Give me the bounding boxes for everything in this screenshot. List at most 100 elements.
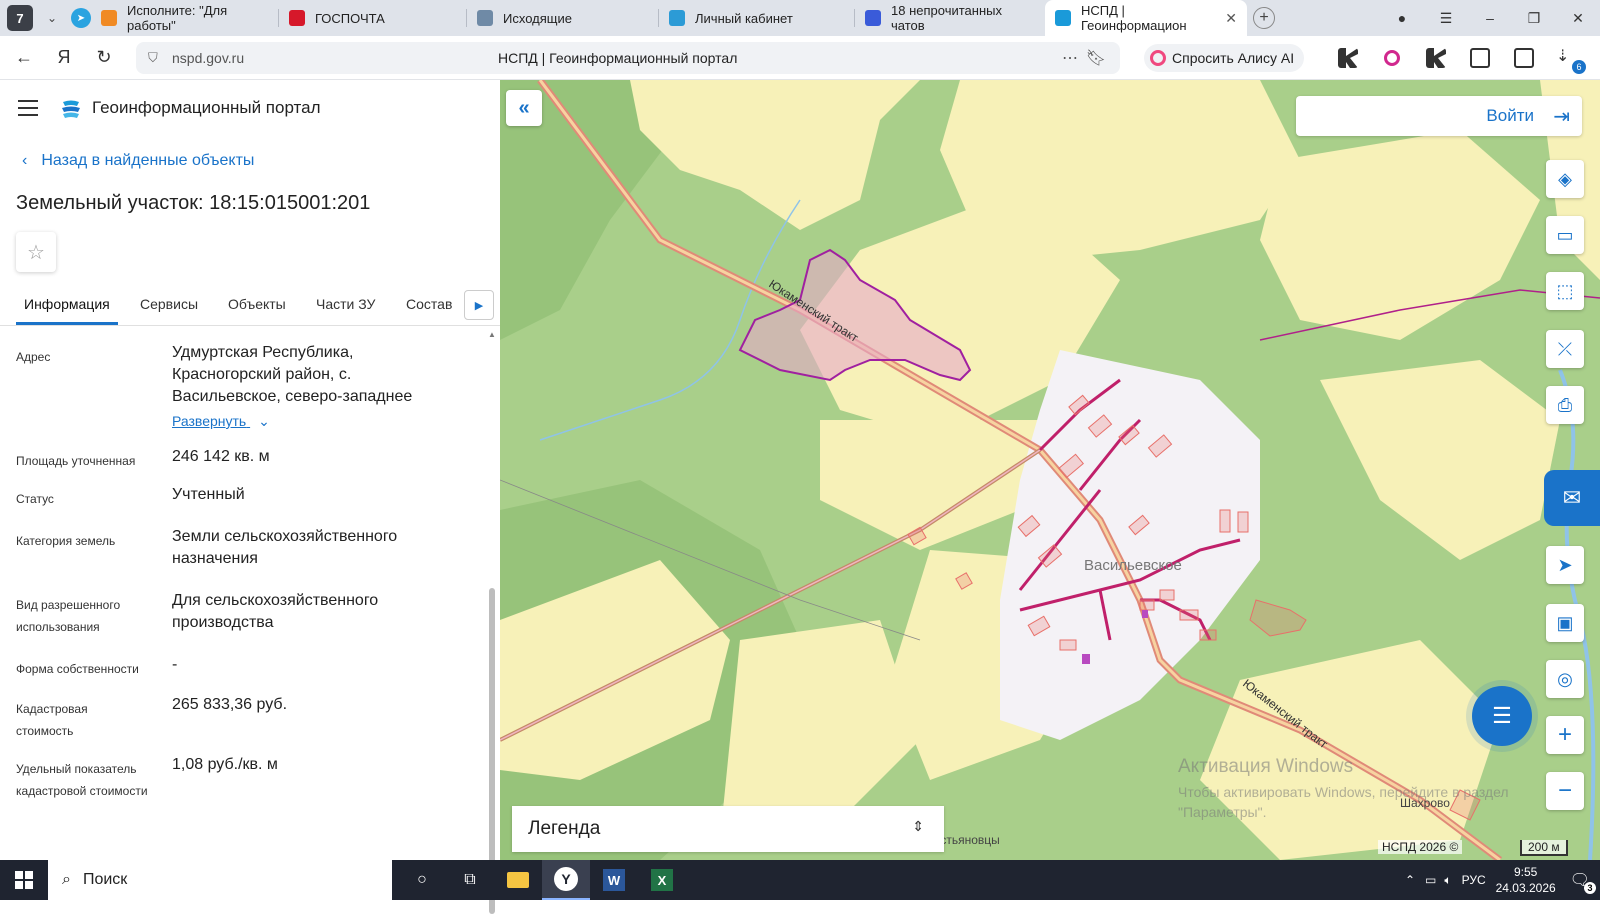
tab-label: Исходящие (503, 10, 572, 26)
field-value: 246 142 кв. м (172, 448, 270, 465)
yandex-browser-taskbar-icon[interactable]: Y (542, 860, 590, 900)
url-field[interactable]: ⛉ nspd.gov.ru НСПД | Геоинформационный п… (136, 42, 1120, 74)
url-host: nspd.gov.ru (172, 50, 245, 66)
measure-button[interactable]: ▭ (1546, 216, 1584, 254)
field-value: - (172, 656, 178, 673)
legend-bar[interactable]: Легенда ⇕ (512, 806, 944, 852)
tray-chevron-icon[interactable]: ⌃ (1405, 873, 1415, 887)
tab-information[interactable]: Информация (24, 296, 110, 312)
field-value: 265 833,36 руб. (172, 696, 288, 713)
downloads-icon[interactable]: ⇣ (1556, 46, 1569, 66)
browser-tab-6-active[interactable]: НСПД | Геоинформацион ✕ (1045, 0, 1247, 36)
feedback-side-button[interactable]: ✉ (1544, 470, 1600, 526)
reload-icon[interactable]: ↻ (84, 47, 124, 68)
browser-tab-3[interactable]: Исходящие (467, 0, 659, 36)
browser-tab-strip: 7 ⌄ ➤ Исполните: "Для работы" ГОСПОЧТА И… (0, 0, 1600, 36)
geolocation-button[interactable]: ◎ (1546, 660, 1584, 698)
extension-icon[interactable] (1384, 50, 1400, 66)
alisa-button[interactable]: Спросить Алису AI (1144, 44, 1305, 72)
chat-bubble-icon: ✉ (1562, 485, 1582, 510)
object-title: Земельный участок: 18:15:015001:201 (16, 192, 371, 214)
network-icon[interactable]: ▭ (1425, 873, 1436, 887)
share-button[interactable]: ⤫ (1546, 330, 1584, 368)
extension-k-icon[interactable] (1426, 48, 1446, 68)
bookmark-icon[interactable]: 🔖︎ (1086, 48, 1106, 68)
cortana-icon[interactable]: ○ (398, 860, 446, 900)
search-icon: ⌕ (62, 871, 71, 888)
close-tab-icon[interactable]: ✕ (1225, 10, 1237, 27)
navigation-arrow-icon: ➤ (1557, 554, 1573, 575)
volume-icon[interactable]: 🔈︎ (1444, 873, 1451, 888)
login-button[interactable]: Войти ⇥ (1296, 96, 1582, 136)
browser-tab-4[interactable]: Личный кабинет (659, 0, 855, 36)
layers-button[interactable]: ◈ (1546, 160, 1584, 198)
hamburger-menu-icon[interactable] (18, 100, 38, 121)
login-icon: ⇥ (1553, 106, 1570, 128)
collections-icon[interactable] (1470, 48, 1490, 68)
tabs-scroll-right-button[interactable]: ▶ (464, 290, 494, 320)
telegram-icon[interactable]: ➤ (71, 8, 91, 28)
locate-button[interactable]: ➤ (1546, 546, 1584, 584)
new-tab-button[interactable]: + (1253, 7, 1275, 29)
tab-services[interactable]: Сервисы (140, 296, 198, 312)
start-button[interactable] (0, 871, 48, 889)
tab-list-chevron-icon[interactable]: ⌄ (41, 11, 63, 25)
field-value: Учтенный (172, 486, 245, 503)
tab-objects[interactable]: Объекты (228, 296, 286, 312)
area-select-button[interactable]: ⬚ (1546, 272, 1584, 310)
map-layer[interactable]: Юкаменский тракт Юкаменский тракт Василь… (500, 80, 1600, 860)
chevron-down-icon: ⌄ (258, 413, 270, 429)
tab-counter[interactable]: 7 (7, 5, 33, 31)
expand-link[interactable]: Развернуть ⌄ (172, 410, 442, 432)
map-canvas[interactable]: Юкаменский тракт Юкаменский тракт Василь… (500, 80, 1600, 860)
notifications-icon[interactable]: 🗨︎ 3 (1570, 870, 1596, 894)
zoom-out-button[interactable]: − (1546, 772, 1584, 810)
close-window-icon[interactable]: ✕ (1556, 10, 1600, 27)
tab-label: Личный кабинет (695, 10, 793, 26)
plus-icon: + (1557, 721, 1572, 748)
notification-count: 3 (1584, 882, 1596, 894)
browser-tab-1[interactable]: Исполните: "Для работы" (91, 0, 279, 36)
tab-parcel-parts[interactable]: Части ЗУ (316, 296, 375, 312)
portal-brand[interactable]: Геоинформационный портал (92, 98, 321, 118)
chat-lines-icon: ☰ (1492, 703, 1512, 728)
zoom-in-button[interactable]: + (1546, 716, 1584, 754)
tab-label: 18 непрочитанных чатов (891, 3, 1002, 33)
chat-assistant-button[interactable]: ☰ (1472, 686, 1532, 746)
minimap-button[interactable]: ▣ (1546, 604, 1584, 642)
field-label: Кадастровая стоимость (16, 702, 88, 738)
yandex-icon[interactable]: Я (44, 47, 84, 68)
input-language[interactable]: РУС (1462, 873, 1486, 887)
menu-icon[interactable]: ☰ (1424, 10, 1468, 27)
browser-tab-2[interactable]: ГОСПОЧТА (279, 0, 467, 36)
file-explorer-icon[interactable] (494, 860, 542, 900)
screenshot-icon[interactable] (1514, 48, 1534, 68)
back-to-results-link[interactable]: ‹ Назад в найденные объекты (22, 152, 254, 170)
more-icon[interactable]: ⋯ (1062, 48, 1078, 68)
back-arrow-icon[interactable]: ← (4, 47, 44, 68)
legend-label: Легенда (528, 818, 601, 839)
field-label: Адрес (16, 350, 51, 364)
field-label: Форма собственности (16, 662, 139, 676)
windows-taskbar: ⌕ Поиск ○ ⧉ Y W X ⌃ ▭ 🔈︎ РУС 9:55 24.03.… (0, 860, 1600, 900)
task-view-icon[interactable]: ⧉ (446, 860, 494, 900)
field-label: Категория земель (16, 534, 116, 548)
tab-composition[interactable]: Состав (406, 296, 452, 312)
favorite-star-button[interactable]: ☆ (16, 232, 56, 272)
browser-tab-5[interactable]: 18 непрочитанных чатов (855, 0, 1045, 36)
collapse-panel-button[interactable]: « (506, 90, 542, 126)
field-label: Статус (16, 492, 54, 506)
print-button[interactable]: ⎙ (1546, 386, 1584, 424)
login-label: Войти (1486, 106, 1534, 125)
minimize-icon[interactable]: – (1468, 10, 1512, 26)
profile-icon[interactable]: ● (1380, 10, 1424, 26)
tab-label: НСПД | Геоинформацион (1081, 3, 1187, 33)
kaspersky-extension-icon[interactable] (1338, 48, 1358, 68)
taskbar-search[interactable]: ⌕ Поиск (48, 860, 392, 900)
clock[interactable]: 9:55 24.03.2026 (1496, 864, 1556, 896)
excel-icon[interactable]: X (638, 860, 686, 900)
search-placeholder: Поиск (82, 871, 128, 888)
field-value: 1,08 руб./кв. м (172, 756, 278, 773)
maximize-icon[interactable]: ❐ (1512, 10, 1556, 27)
word-icon[interactable]: W (590, 860, 638, 900)
